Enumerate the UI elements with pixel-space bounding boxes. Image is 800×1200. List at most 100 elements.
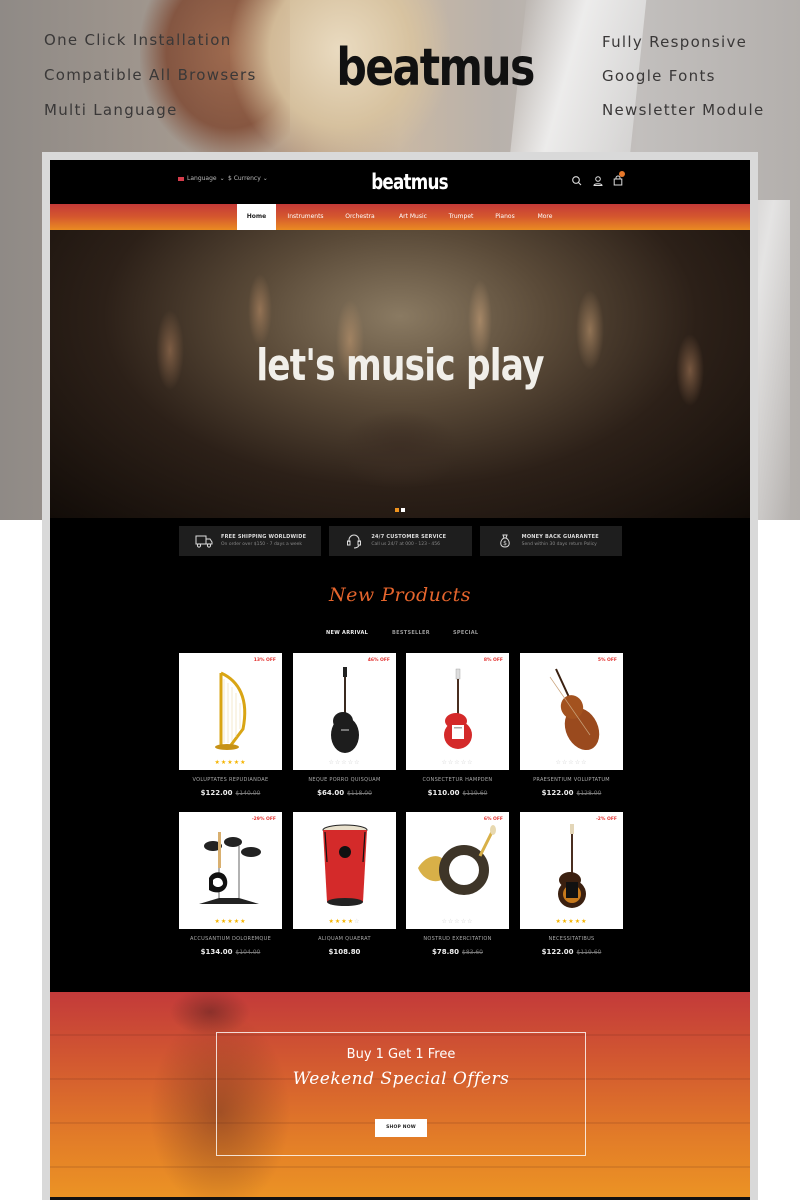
rating-stars: ★★★★☆ [293,918,396,925]
slider-dots [395,508,405,512]
product-card[interactable]: 6% OFF ☆☆☆☆☆ NOSTRUD EXERCITATION $78.80 $83… [406,812,509,967]
star-filled-icon: ★ [581,918,588,925]
service-customer-service: 24/7 CUSTOMER SERVICE Call us 24/7 at 00… [329,526,472,556]
tab-bestseller[interactable]: BESTSELLER [392,630,430,636]
product-name[interactable]: NOSTRUD EXERCITATION [406,936,509,942]
discount-badge: 46% OFF [367,658,390,663]
product-name[interactable]: NEQUE PORRO QUISQUAM [293,777,396,783]
slider-dot-2[interactable] [401,508,405,512]
language-label: Language [187,175,217,182]
product-image-frame[interactable]: 13% OFF ★★★★★ [179,653,282,770]
product-name[interactable]: VOLUPTATES REPUDIANDAE [179,777,282,783]
product-image-red-guitar [444,668,472,749]
star-empty-icon: ☆ [354,918,361,925]
product-image-frame[interactable]: 46% OFF ☆☆☆☆☆ [293,653,396,770]
product-card[interactable]: ★★★★☆ ALIQUAM QUAERAT $108.80 [293,812,396,967]
discount-badge: 8% OFF [483,658,503,663]
slider-dot-1[interactable] [395,508,399,512]
nav-item-art-music[interactable]: Art Music [393,204,433,230]
rating-stars: ☆☆☆☆☆ [520,759,623,766]
star-filled-icon: ★ [240,759,247,766]
hero-slider[interactable]: let's music play [50,230,750,518]
site-preview: Language ⌄ $ Currency ⌄ beatmus Home Ins… [50,160,750,1200]
language-selector[interactable]: Language ⌄ [178,175,225,182]
product-image-harp [215,671,247,750]
product-card[interactable]: 13% OFF ★★★★★ VOLUPTATES REPUDIANDAE $122.0… [179,653,282,808]
product-card[interactable]: 5% OFF ☆☆☆☆☆ PRAESENTIUM VOLUPTATUM $122.00… [520,653,623,808]
rating-stars: ☆☆☆☆☆ [406,918,509,925]
product-price: $122.00 [541,948,574,956]
tab-special[interactable]: SPECIAL [453,630,478,636]
product-card[interactable]: -2% OFF ★★★★★ NECESSITATIBUS $122.00 $119.60 [520,812,623,967]
product-price: $64.00 [317,789,345,797]
product-image-frame[interactable]: 6% OFF ☆☆☆☆☆ [406,812,509,929]
feature-left-3: Multi Language [44,101,178,119]
user-icon[interactable] [592,175,604,187]
star-filled-icon: ★ [240,918,247,925]
section-title: New Products [329,584,471,606]
nav-item-instruments[interactable]: Instruments [283,204,328,230]
feature-right-2: Google Fonts [602,67,716,85]
nav-item-pianos[interactable]: Pianos [490,204,520,230]
product-price-row: $110.00 $119.60 [406,789,509,797]
product-name[interactable]: PRAESENTIUM VOLUPTATUM [520,777,623,783]
product-image-frame[interactable]: -29% OFF ★★★★★ [179,812,282,929]
promo-box: Buy 1 Get 1 Free Weekend Special Offers … [216,1032,586,1156]
product-price-row: $78.80 $83.60 [406,948,509,956]
nav-item-home[interactable]: Home [237,204,276,230]
star-empty-icon: ☆ [467,759,474,766]
product-price-row: $108.80 [293,948,396,956]
product-old-price: $83.60 [462,949,483,956]
product-name[interactable]: CONSECTETUR HAMPDEN [406,777,509,783]
services-bar: FREE SHIPPING WORLDWIDE On order over $1… [179,526,622,556]
product-card[interactable]: 8% OFF ☆☆☆☆☆ CONSECTETUR HAMPDEN $110.00 $11… [406,653,509,808]
truck-icon [195,535,213,548]
product-price-row: $64.00 $118.00 [293,789,396,797]
service-money-back: $ MONEY BACK GUARANTEE Send within 30 da… [479,526,622,556]
product-price-row: $122.00 $140.00 [179,789,282,797]
top-bar: Language ⌄ $ Currency ⌄ beatmus [50,160,750,204]
product-name[interactable]: ALIQUAM QUAERAT [293,936,396,942]
feature-left-2: Compatible All Browsers [44,66,257,84]
product-card[interactable]: 46% OFF ☆☆☆☆☆ NEQUE PORRO QUISQUAM $64.00 $1… [293,653,396,808]
product-image-sunburst-guitar [558,824,586,908]
product-image-frame[interactable]: ★★★★☆ [293,812,396,929]
product-image-frame[interactable]: 5% OFF ☆☆☆☆☆ [520,653,623,770]
feature-right-1: Fully Responsive [602,33,748,51]
site-logo[interactable]: beatmus [371,168,448,196]
product-card[interactable]: -29% OFF ★★★★★ ACCUSANTIUM DOLOREMQUE $134.… [179,812,282,967]
flag-icon [178,176,184,181]
product-image-black-guitar [331,667,359,753]
product-old-price: $118.00 [347,790,372,797]
product-price-row: $122.00 $119.60 [520,948,623,956]
rating-stars: ★★★★★ [179,759,282,766]
product-price: $122.00 [541,789,574,797]
product-image-red-drum [322,824,368,906]
currency-selector[interactable]: $ Currency ⌄ [228,175,268,182]
product-old-price: $140.00 [235,790,261,797]
promo-line-2: Weekend Special Offers [292,1069,510,1089]
nav-item-more[interactable]: More [532,204,558,230]
headset-icon [347,534,362,549]
nav-item-trumpet[interactable]: Trumpet [443,204,479,230]
svg-text:$: $ [503,540,507,547]
feature-left-1: One Click Installation [44,31,232,49]
discount-badge: -2% OFF [595,817,617,822]
tab-new-arrival[interactable]: NEW ARRIVAL [326,630,368,636]
nav-item-orchestra[interactable]: Orchestra [340,204,380,230]
product-price-row: $134.00 $104.00 [179,948,282,956]
product-image-drum-kit [199,832,261,904]
product-image-frame[interactable]: -2% OFF ★★★★★ [520,812,623,929]
search-icon[interactable] [571,175,583,187]
product-price: $122.00 [200,789,233,797]
product-name[interactable]: NECESSITATIBUS [520,936,623,942]
product-image-frame[interactable]: 8% OFF ☆☆☆☆☆ [406,653,509,770]
product-name[interactable]: ACCUSANTIUM DOLOREMQUE [179,936,282,942]
product-old-price: $119.60 [462,790,488,797]
slider-headline: let's music play [256,340,544,391]
currency-label: $ Currency [228,175,261,182]
discount-badge: -29% OFF [251,817,276,822]
shop-now-button[interactable]: SHOP NOW [375,1119,427,1137]
product-old-price: $104.00 [235,949,261,956]
rating-stars: ☆☆☆☆☆ [406,759,509,766]
